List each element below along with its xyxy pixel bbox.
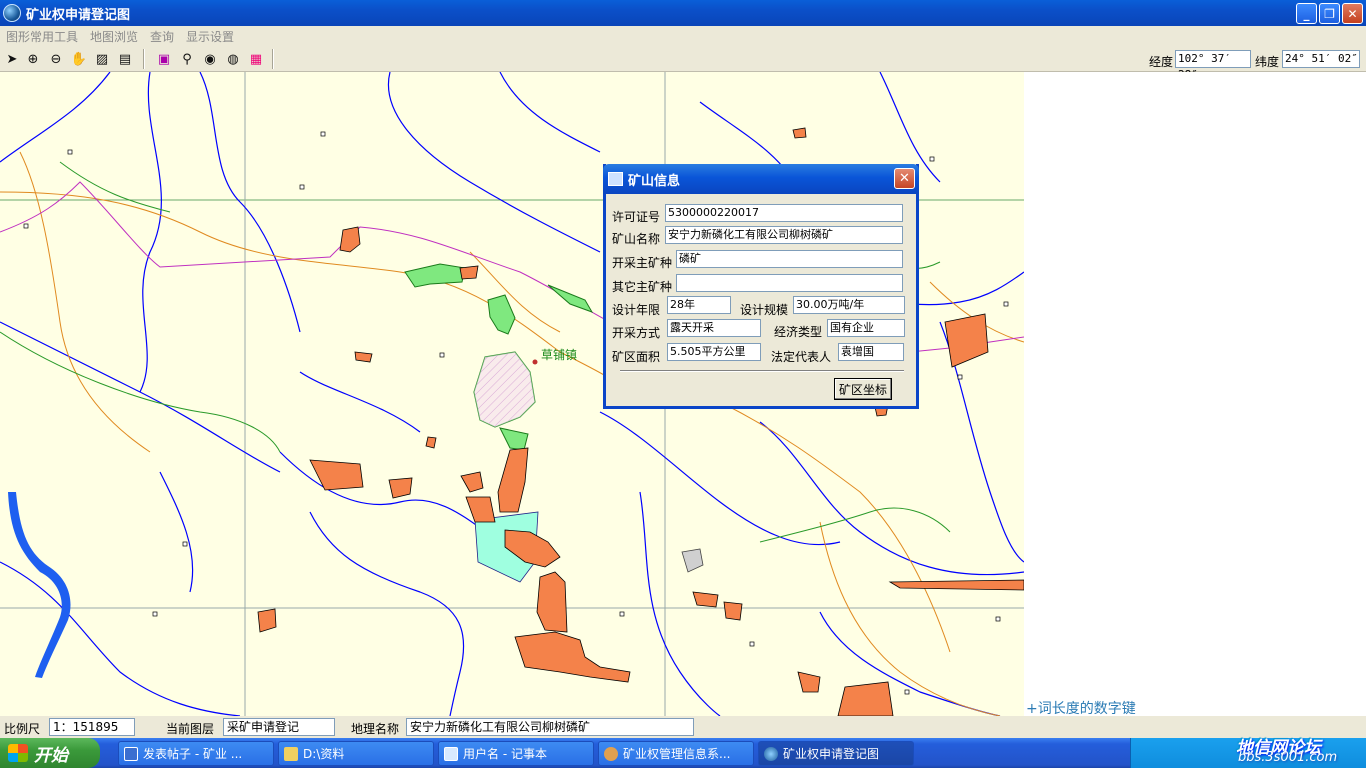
info-icon[interactable]: ◉: [201, 50, 219, 68]
permit-label: 许可证号: [612, 210, 661, 224]
hatch-icon[interactable]: ▨: [93, 50, 111, 68]
menu-query[interactable]: 查询: [144, 28, 180, 45]
other-mineral-label: 其它主矿种: [612, 280, 673, 294]
menu-bar: 图形常用工具 地图浏览 查询 显示设置: [0, 26, 1366, 46]
design-years-label: 设计年限: [612, 303, 661, 317]
current-layer-field[interactable]: 采矿申请登记: [223, 718, 335, 736]
pointer-info-icon[interactable]: ◍: [224, 50, 242, 68]
mine-name-field[interactable]: 安宁力新磷化工有限公司柳树磷矿: [665, 226, 903, 244]
minimize-button[interactable]: _: [1296, 3, 1317, 24]
place-label: 草铺镇: [541, 348, 577, 362]
task-label: 用户名 - 记事本: [463, 747, 547, 761]
menu-graphics-tools[interactable]: 图形常用工具: [0, 28, 84, 45]
window-title: 矿业权申请登记图: [26, 7, 131, 23]
scale-label: 比例尺: [4, 722, 41, 736]
task-label: 矿业权申请登记图: [783, 747, 880, 761]
mining-method-label: 开采方式: [612, 326, 661, 340]
select-region-icon[interactable]: ▣: [155, 50, 173, 68]
zoom-out-icon[interactable]: ⊖: [47, 50, 65, 68]
mining-method-field[interactable]: 露天开采: [667, 319, 761, 337]
identify-icon[interactable]: ⚲: [178, 50, 196, 68]
latitude-field[interactable]: 24° 51′ 02″: [1282, 50, 1360, 68]
window-icon: [608, 172, 623, 186]
task-post[interactable]: 发表帖子 - 矿业 ...: [118, 741, 274, 766]
scale-field[interactable]: 1：151895: [49, 718, 135, 736]
folder-icon: [284, 746, 298, 761]
task-folder[interactable]: D:\资料: [278, 741, 434, 766]
tray-url: bbs.3s001.com: [1238, 750, 1338, 765]
dialog-title-bar: 矿山信息 ✕: [603, 164, 919, 194]
current-layer-label: 当前图层: [166, 722, 215, 736]
start-label: 开始: [34, 745, 68, 766]
task-label: 矿业权管理信息系...: [623, 747, 731, 761]
start-button[interactable]: 开始: [0, 738, 100, 768]
pan-hand-icon[interactable]: ✋: [70, 50, 88, 68]
close-button[interactable]: ✕: [1342, 3, 1363, 24]
geo-name-label: 地理名称: [351, 722, 400, 736]
taskbar: 开始 发表帖子 - 矿业 ... D:\资料 用户名 - 记事本 矿业权管理信息…: [0, 738, 1366, 768]
globe-icon: [3, 4, 21, 22]
task-mine-map[interactable]: 矿业权申请登记图: [758, 741, 914, 766]
mine-name-label: 矿山名称: [612, 232, 661, 246]
design-scale-field[interactable]: 30.00万吨/年: [793, 296, 905, 314]
dialog-title: 矿山信息: [628, 173, 681, 189]
mine-coords-button[interactable]: 矿区坐标: [834, 378, 892, 400]
pointer-icon[interactable]: ➤: [3, 50, 21, 68]
menu-display-settings[interactable]: 显示设置: [180, 28, 240, 45]
main-mineral-field[interactable]: 磷矿: [676, 250, 903, 268]
main-mineral-label: 开采主矿种: [612, 256, 673, 270]
design-years-field[interactable]: 28年: [667, 296, 731, 314]
restore-button[interactable]: ❐: [1319, 3, 1340, 24]
menu-map-browse[interactable]: 地图浏览: [84, 28, 144, 45]
notepad-icon: [444, 746, 458, 761]
windows-logo-icon: [8, 744, 28, 762]
legal-rep-field[interactable]: 袁增国: [838, 343, 904, 361]
longitude-label: 经度: [1149, 55, 1174, 69]
right-panel: [1024, 72, 1366, 716]
side-text: +词长度的数字键: [1026, 701, 1136, 717]
legal-rep-label: 法定代表人: [771, 350, 832, 364]
browser-icon: [124, 746, 138, 761]
layer-icon[interactable]: ▤: [116, 50, 134, 68]
status-bar: 比例尺 1：151895 当前图层 采矿申请登记 地理名称 安宁力新磷化工有限公…: [0, 716, 1366, 738]
app-face-icon: [604, 746, 618, 761]
longitude-field[interactable]: 102° 37′ 28″: [1175, 50, 1251, 81]
task-label: 发表帖子 - 矿业 ...: [143, 747, 243, 761]
mine-info-dialog: 矿山信息 ✕ 许可证号 5300000220017 矿山名称 安宁力新磷化工有限…: [603, 164, 919, 409]
econ-type-label: 经济类型: [774, 325, 823, 339]
task-mgmt-system[interactable]: 矿业权管理信息系...: [598, 741, 754, 766]
zoom-in-icon[interactable]: ⊕: [24, 50, 42, 68]
permit-field[interactable]: 5300000220017: [665, 204, 903, 222]
toolbar: ➤ ⊕ ⊖ ✋ ▨ ▤ ▣ ⚲ ◉ ◍ ▦ 经度 102° 37′ 28″ 纬度…: [0, 46, 1366, 81]
other-mineral-field[interactable]: [676, 274, 903, 292]
task-notepad[interactable]: 用户名 - 记事本: [438, 741, 594, 766]
dialog-separator: [620, 370, 904, 372]
latitude-label: 纬度: [1255, 55, 1280, 69]
design-scale-label: 设计规模: [740, 303, 789, 317]
mine-area-label: 矿区面积: [612, 350, 661, 364]
dialog-close-button[interactable]: ✕: [894, 168, 915, 189]
title-bar: 矿业权申请登记图 _ ❐ ✕: [0, 0, 1366, 26]
color-map-icon[interactable]: ▦: [247, 50, 265, 68]
task-label: D:\资料: [303, 747, 345, 761]
mine-area-field[interactable]: 5.505平方公里: [667, 343, 761, 361]
globe-icon: [764, 746, 778, 761]
geo-name-field[interactable]: 安宁力新磷化工有限公司柳树磷矿: [406, 718, 694, 736]
econ-type-field[interactable]: 国有企业: [827, 319, 905, 337]
